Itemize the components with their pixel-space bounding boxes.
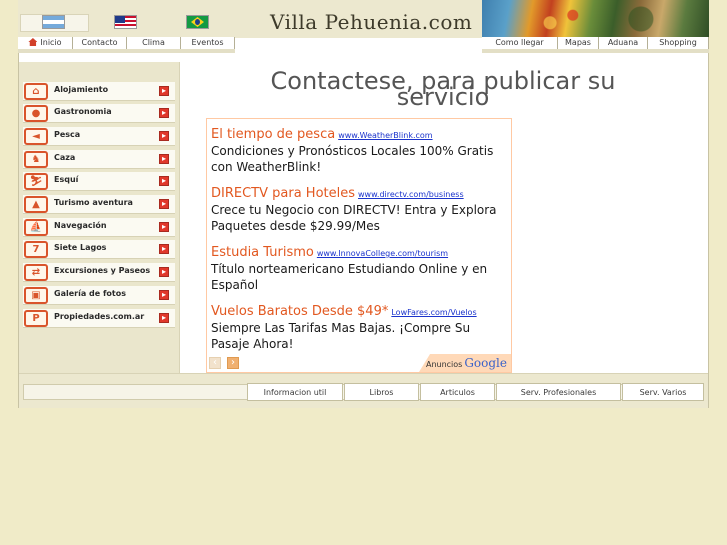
usa-flag-icon[interactable] (114, 15, 137, 29)
sidebar-item-label: Navegación (54, 221, 107, 230)
ad-url[interactable]: www.WeatherBlink.com (338, 131, 432, 140)
arrow-right-icon: ▸ (159, 154, 169, 164)
sidebar-item[interactable]: 7 Siete Lagos ▸ (23, 240, 175, 259)
sidebar-item[interactable]: ♞ Caza ▸ (23, 150, 175, 169)
google-ad-unit: El tiempo de pesca www.WeatherBlink.com C… (206, 118, 512, 373)
ad-text: Título norteamericano Estudiando Online … (211, 262, 488, 292)
ad-item[interactable]: El tiempo de pesca www.WeatherBlink.com C… (211, 123, 511, 175)
sidebar-item[interactable]: P Propiedades.com.ar ▸ (23, 309, 175, 328)
nav-shopping[interactable]: Shopping (648, 37, 709, 49)
ad-text: Condiciones y Pronósticos Locales 100% G… (211, 144, 494, 174)
sidebar-item[interactable]: ⛵ Navegación ▸ (23, 218, 175, 237)
fish-icon: ◄ (24, 128, 48, 145)
arrow-right-icon: ▸ (159, 131, 169, 141)
nav-inicio[interactable]: Inicio (18, 37, 73, 49)
ad-item[interactable]: Vuelos Baratos Desde $49* LowFares.com/Vu… (211, 300, 511, 352)
p-icon: P (24, 310, 48, 327)
footer-libros[interactable]: Libros (344, 383, 419, 401)
site-logo[interactable]: Villa Pehuenia.com (270, 10, 472, 34)
ad-title[interactable]: El tiempo de pesca (211, 127, 335, 142)
sidebar-item[interactable]: ● Gastronomia ▸ (23, 104, 175, 123)
ad-item[interactable]: Estudia Turismo www.InnovaCollege.com/tou… (211, 241, 511, 293)
ad-url[interactable]: www.directv.com/business (358, 190, 464, 199)
sidebar-item-label: Excursiones y Paseos (54, 266, 151, 275)
top-nav-left: Inicio Contacto Clima Eventos (18, 37, 235, 49)
nav-clima[interactable]: Clima (127, 37, 181, 49)
header-photo (482, 0, 709, 38)
sidebar-item-label: Galería de fotos (54, 289, 126, 298)
arrow-right-icon: ▸ (159, 244, 169, 254)
ad-title[interactable]: Estudia Turismo (211, 245, 314, 260)
ski-icon: ⛷ (24, 173, 48, 190)
brazil-flag-icon[interactable] (186, 15, 209, 29)
footer-articulos[interactable]: Articulos (420, 383, 495, 401)
ad-title[interactable]: Vuelos Baratos Desde $49* (211, 304, 388, 319)
sidebar-item[interactable]: ▣ Galería de fotos ▸ (23, 286, 175, 305)
sidebar-item[interactable]: ◄ Pesca ▸ (23, 127, 175, 146)
ad-text: Siempre Las Tarifas Mas Bajas. ¡Compre S… (211, 321, 471, 351)
arrow-right-icon: ▸ (159, 290, 169, 300)
ad-prev-button[interactable]: ‹ (209, 357, 221, 369)
footer-band: Informacion util Libros Articulos Serv. … (19, 373, 708, 408)
ads-by-google-badge[interactable]: Anuncios Google (419, 354, 511, 372)
ad-text: Crece tu Negocio con DIRECTV! Entra y Ex… (211, 203, 497, 233)
footer-informacion-util[interactable]: Informacion util (247, 383, 343, 401)
home-icon (28, 38, 38, 46)
sidebar-item-label: Propiedades.com.ar (54, 312, 145, 321)
photo-icon: ▣ (24, 287, 48, 304)
ad-url[interactable]: www.InnovaCollege.com/tourism (317, 249, 448, 258)
sidebar-item-label: Esquí (54, 175, 79, 184)
footer-serv-varios[interactable]: Serv. Varios (622, 383, 704, 401)
nav-contacto[interactable]: Contacto (73, 37, 127, 49)
boat-icon: ⛵ (24, 219, 48, 236)
top-nav-right: Como llegar Mapas Aduana Shopping (482, 37, 709, 49)
ad-title[interactable]: DIRECTV para Hoteles (211, 186, 355, 201)
nav-aduana[interactable]: Aduana (599, 37, 648, 49)
arrow-right-icon: ▸ (159, 176, 169, 186)
arrow-right-icon: ▸ (159, 313, 169, 323)
ad-url[interactable]: LowFares.com/Vuelos (391, 308, 476, 317)
signpost-icon: ⇄ (24, 264, 48, 281)
nav-eventos[interactable]: Eventos (181, 37, 235, 49)
sidebar-item-label: Siete Lagos (54, 243, 107, 252)
arrow-right-icon: ▸ (159, 222, 169, 232)
arrow-right-icon: ▸ (159, 108, 169, 118)
bed-icon: ⌂ (24, 83, 48, 100)
nav-shadow-right (482, 49, 709, 53)
ad-next-button[interactable]: › (227, 357, 239, 369)
sidebar-item-label: Turismo aventura (54, 198, 133, 207)
page-title: Contactese, para publicar su servicio (270, 67, 616, 111)
sidebar-item-label: Alojamiento (54, 85, 109, 94)
sidebar-item-label: Gastronomia (54, 107, 112, 116)
argentina-flag-icon[interactable] (42, 15, 65, 29)
plate-icon: ● (24, 105, 48, 122)
deer-icon: ♞ (24, 151, 48, 168)
sidebar-item[interactable]: ▲ Turismo aventura ▸ (23, 195, 175, 214)
seven-icon: 7 (24, 241, 48, 258)
nav-shadow (18, 49, 235, 53)
arrow-right-icon: ▸ (159, 86, 169, 96)
ad-item[interactable]: DIRECTV para Hoteles www.directv.com/busi… (211, 182, 511, 234)
mountain-icon: ▲ (24, 196, 48, 213)
arrow-right-icon: ▸ (159, 267, 169, 277)
sidebar-item-label: Pesca (54, 130, 81, 139)
sidebar-divider (179, 62, 180, 373)
footer-nav: Informacion util Libros Articulos Serv. … (247, 383, 705, 401)
sidebar-item-label: Caza (54, 153, 76, 162)
sidebar-item[interactable]: ⇄ Excursiones y Paseos ▸ (23, 263, 175, 282)
nav-como-llegar[interactable]: Como llegar (482, 37, 558, 49)
sidebar-item[interactable]: ⌂ Alojamiento ▸ (23, 82, 175, 101)
arrow-right-icon: ▸ (159, 199, 169, 209)
nav-mapas[interactable]: Mapas (558, 37, 599, 49)
sidebar-item[interactable]: ⛷ Esquí ▸ (23, 172, 175, 191)
footer-serv-profesionales[interactable]: Serv. Profesionales (496, 383, 621, 401)
